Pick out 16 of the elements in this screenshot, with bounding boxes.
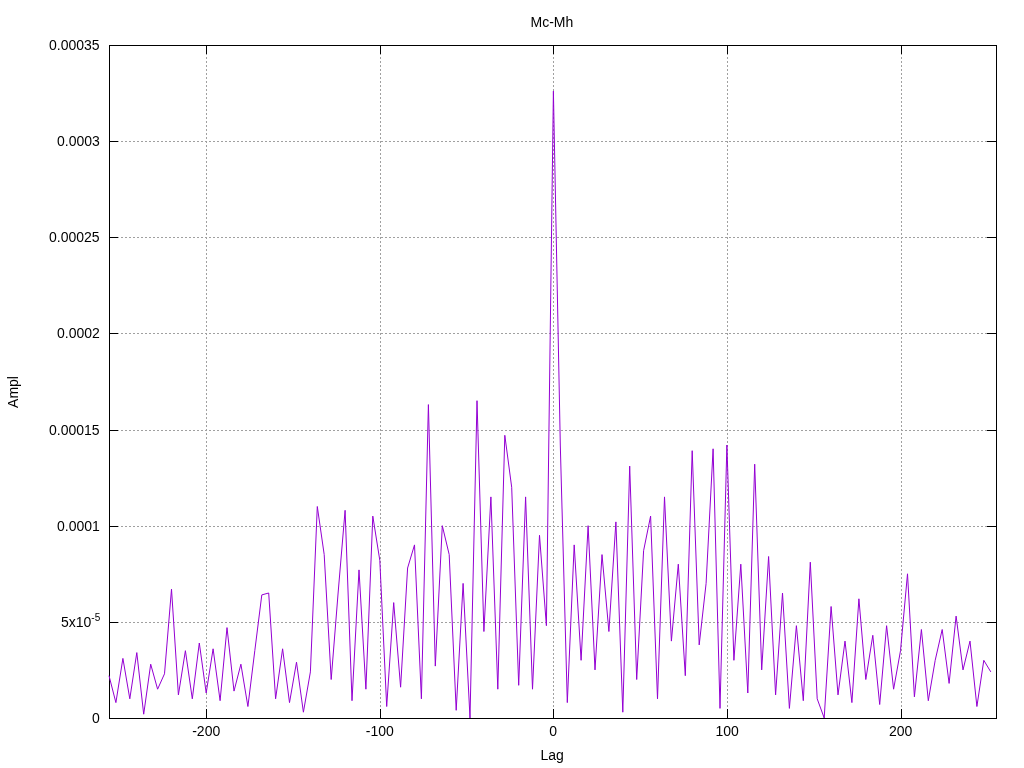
y-tick-label: 0.0003 (57, 133, 100, 150)
y-tick-label: 0 (92, 710, 100, 726)
x-tick-label: 200 (889, 723, 913, 739)
y-tick-label: 5x10$^{-5}$ (61, 613, 101, 630)
x-tick-label: 0 (549, 723, 558, 739)
y-tick-label: 0.00035 (49, 37, 100, 53)
x-tick-label: -200 (192, 723, 221, 739)
y-tick-label: 0.00015 (49, 421, 100, 438)
x-tick-label: -100 (365, 723, 394, 739)
y-tick-label: 0.0001 (57, 517, 100, 534)
y-axis-label: Ampl (4, 376, 21, 408)
chart-title: Mc-Mh (530, 14, 574, 30)
x-axis-label: Lag (540, 747, 564, 763)
x-tick-label: 100 (715, 723, 739, 739)
y-tick-label: 0.0002 (57, 325, 100, 342)
y-tick-label: 0.00025 (49, 229, 100, 246)
